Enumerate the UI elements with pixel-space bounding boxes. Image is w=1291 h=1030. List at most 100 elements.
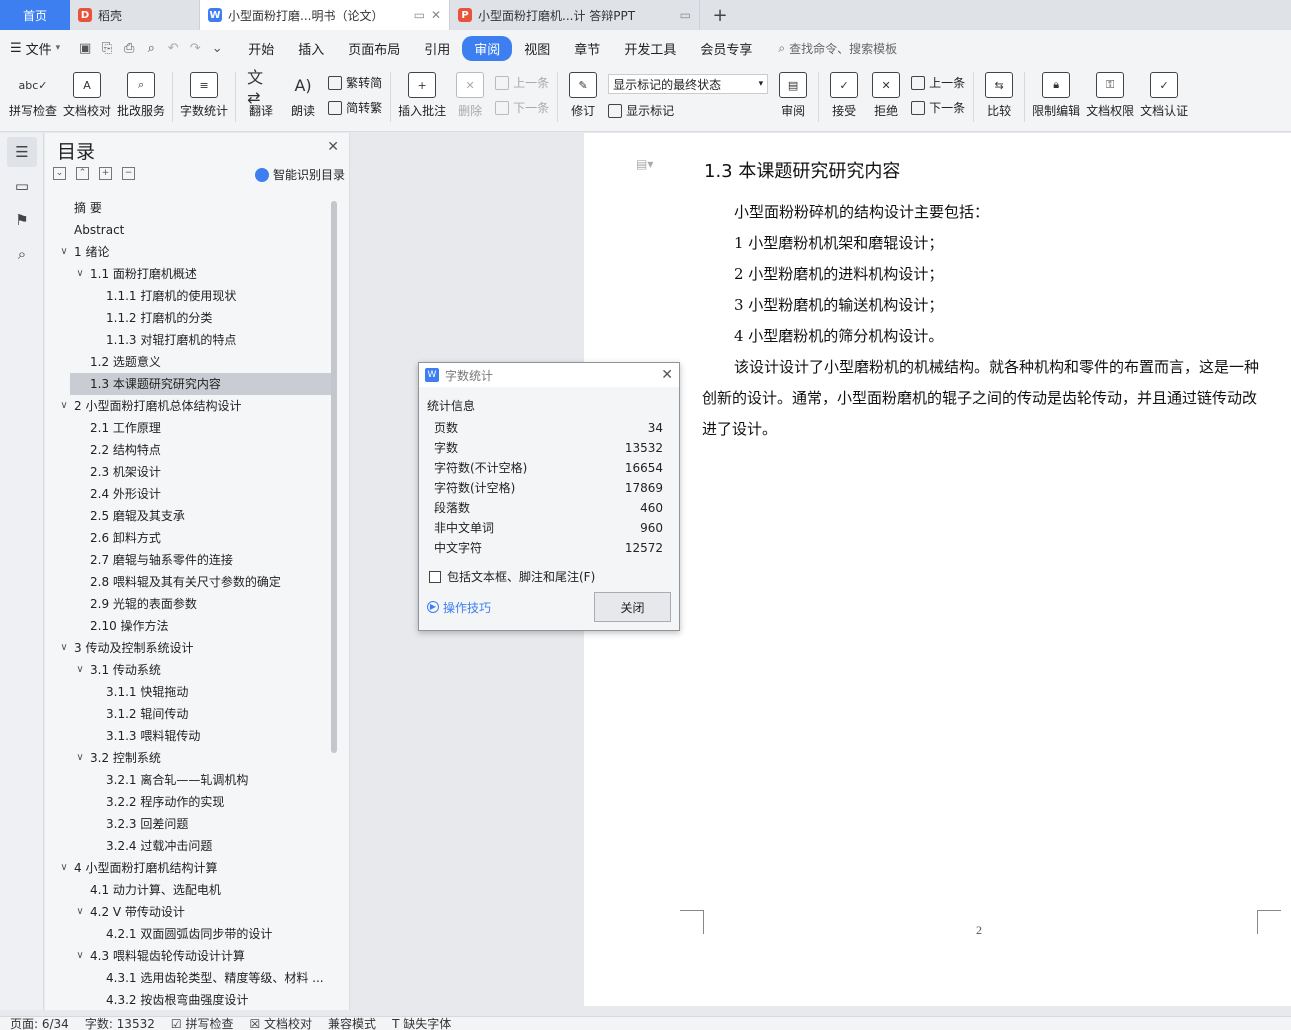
toc-item[interactable]: 摘 要 — [45, 197, 335, 219]
menu-member[interactable]: 会员专享 — [688, 36, 764, 61]
toc-icon[interactable]: ☰ — [7, 137, 37, 167]
chevron-down-icon[interactable]: ∨ — [73, 659, 87, 681]
delete-comment-button[interactable]: ✕ 删除 — [452, 66, 488, 126]
toc-item[interactable]: 2.6 卸料方式 — [45, 527, 335, 549]
toc-item[interactable]: 2.9 光辊的表面参数 — [45, 593, 335, 615]
toc-item[interactable]: 3.2.2 程序动作的实现 — [45, 791, 335, 813]
word-count-button[interactable]: ≡ 字数统计 — [180, 66, 228, 126]
toc-item[interactable]: 2.1 工作原理 — [45, 417, 335, 439]
next-change-button[interactable]: 下一条 — [911, 99, 965, 116]
correction-button[interactable]: ⌕ 批改服务 — [117, 66, 165, 126]
chapter-icon[interactable]: ▭ — [7, 171, 37, 201]
word-count-indicator[interactable]: 字数: 13532 — [85, 1017, 155, 1030]
document-body[interactable]: 小型面粉粉碎机的结构设计主要包括： 1 小型磨粉机机架和磨辊设计； 2 小型粉磨… — [702, 197, 1262, 445]
toc-item[interactable]: 1.1.3 对辊打磨机的特点 — [45, 329, 335, 351]
menu-section[interactable]: 章节 — [562, 36, 612, 61]
undo-icon[interactable]: ↶ — [162, 41, 184, 56]
menu-developer[interactable]: 开发工具 — [612, 36, 688, 61]
doc-check-status[interactable]: ☒ 文档校对 — [249, 1017, 312, 1030]
reject-button[interactable]: ✕ 拒绝 — [868, 66, 904, 126]
tab-ppt[interactable]: P 小型面粉打磨机...计 答辩PPT ▭ — [450, 0, 700, 30]
float-window-icon[interactable]: ▭ — [680, 8, 691, 22]
bookmark-icon[interactable]: ⚑ — [7, 205, 37, 235]
spell-check-status[interactable]: ☑ 拼写检查 — [171, 1017, 234, 1030]
close-button[interactable]: 关闭 — [594, 592, 671, 622]
doc-permission-button[interactable]: ⚿ 文档权限 — [1086, 66, 1134, 126]
chevron-down-icon[interactable]: ∨ — [57, 395, 71, 417]
dialog-titlebar[interactable]: W 字数统计 ✕ — [419, 363, 679, 387]
tips-link[interactable]: ▶ 操作技巧 — [427, 599, 491, 616]
toc-item[interactable]: 3.2.1 离合轧——轧调机构 — [45, 769, 335, 791]
toc-item[interactable]: 3.1.3 喂料辊传动 — [45, 725, 335, 747]
compare-button[interactable]: ⇆ 比较 — [981, 66, 1017, 126]
missing-font-status[interactable]: T 缺失字体 — [392, 1017, 451, 1030]
print-icon[interactable]: ⎙ — [118, 41, 140, 56]
tab-document[interactable]: W 小型面粉打磨...明书（论文） ▭ ✕ — [200, 0, 450, 30]
review-pane-button[interactable]: ▤ 审阅 — [775, 66, 811, 126]
next-comment-button[interactable]: 下一条 — [495, 99, 549, 116]
more-icon[interactable]: ⌄ — [206, 41, 228, 56]
float-window-icon[interactable]: ▭ — [414, 8, 425, 22]
toc-item[interactable]: ∨ 4.3 喂料辊齿轮传动设计计算 — [45, 945, 335, 967]
toc-item[interactable]: 3.2.3 回差问题 — [45, 813, 335, 835]
doc-check-button[interactable]: A 文档校对 — [63, 66, 111, 126]
restrict-edit-button[interactable]: 🔒︎ 限制编辑 — [1032, 66, 1080, 126]
toc-item[interactable]: ∨ 3.1 传动系统 — [45, 659, 335, 681]
doc-cert-button[interactable]: ✓ 文档认证 — [1140, 66, 1188, 126]
show-markup-button[interactable]: 显示标记 — [608, 102, 768, 119]
spell-check-button[interactable]: abc✓ 拼写检查 — [9, 66, 57, 126]
chevron-down-icon[interactable]: ∨ — [73, 901, 87, 923]
collapse-all-icon[interactable]: ⌃ — [76, 167, 89, 180]
toc-item[interactable]: ∨ 4.2 V 带传动设计 — [45, 901, 335, 923]
file-menu[interactable]: ☰ 文件 ▾ — [10, 39, 60, 58]
menu-layout[interactable]: 页面布局 — [336, 36, 412, 61]
toc-item[interactable]: ∨ 1.1 面粉打磨机概述 — [45, 263, 335, 285]
chevron-down-icon[interactable]: ∨ — [73, 263, 87, 285]
toc-item[interactable]: 3.1.1 快辊拖动 — [45, 681, 335, 703]
toc-item[interactable]: 2.2 结构特点 — [45, 439, 335, 461]
prev-comment-button[interactable]: 上一条 — [495, 74, 549, 91]
command-search[interactable]: ⌕ 查找命令、搜索模板 — [778, 40, 897, 57]
toc-item[interactable]: 2.10 操作方法 — [45, 615, 335, 637]
search-icon[interactable]: ⌕ — [7, 239, 37, 269]
page-options-icon[interactable]: ▤▾ — [636, 157, 653, 171]
markup-state-select[interactable]: 显示标记的最终状态 ▾ — [608, 74, 769, 94]
toc-item[interactable]: 2.7 磨辊与轴系零件的连接 — [45, 549, 335, 571]
export-icon[interactable]: ⎘ — [96, 41, 118, 56]
track-changes-button[interactable]: ✎ 修订 — [565, 66, 601, 126]
toc-item[interactable]: 4.3.2 按齿根弯曲强度设计 — [45, 989, 335, 1009]
toc-item[interactable]: ∨ 2 小型面粉打磨机总体结构设计 — [45, 395, 335, 417]
toc-item[interactable]: 1.1.1 打磨机的使用现状 — [45, 285, 335, 307]
toc-item[interactable]: ∨ 1 绪论 — [45, 241, 335, 263]
document-page[interactable]: ▤▾ 1.3 本课题研究研究内容 小型面粉粉碎机的结构设计主要包括： 1 小型磨… — [584, 133, 1291, 1006]
chevron-down-icon[interactable]: ∨ — [57, 241, 71, 263]
prev-change-button[interactable]: 上一条 — [911, 74, 965, 91]
remove-heading-icon[interactable]: − — [122, 167, 135, 180]
save-icon[interactable]: ▣ — [74, 41, 96, 56]
toc-scrollbar[interactable] — [331, 201, 337, 753]
print-preview-icon[interactable]: ⌕ — [140, 41, 162, 56]
menu-home[interactable]: 开始 — [236, 36, 286, 61]
toc-item[interactable]: 3.2.4 过载冲击问题 — [45, 835, 335, 857]
chevron-down-icon[interactable]: ∨ — [73, 747, 87, 769]
toc-item[interactable]: 2.5 磨辊及其支承 — [45, 505, 335, 527]
chevron-down-icon[interactable]: ∨ — [57, 637, 71, 659]
page-indicator[interactable]: 页面: 6/34 — [10, 1017, 69, 1030]
toc-item[interactable]: Abstract — [45, 219, 335, 241]
simplified-to-traditional-button[interactable]: 简转繁 — [328, 99, 382, 116]
toc-item[interactable]: 1.2 选题意义 — [45, 351, 335, 373]
chevron-down-icon[interactable]: ∨ — [57, 857, 71, 879]
toc-item[interactable]: 3.1.2 辊间传动 — [45, 703, 335, 725]
read-aloud-button[interactable]: A) 朗读 — [285, 66, 321, 126]
expand-all-icon[interactable]: ⌄ — [53, 167, 66, 180]
toc-item[interactable]: 1.1.2 打磨机的分类 — [45, 307, 335, 329]
toc-item[interactable]: 4.3.1 选用齿轮类型、精度等级、材料 ... — [45, 967, 335, 989]
close-icon[interactable]: ✕ — [431, 8, 441, 22]
chevron-down-icon[interactable]: ∨ — [73, 945, 87, 967]
checkbox-box[interactable] — [429, 570, 441, 583]
toc-item[interactable]: 1.3 本课题研究研究内容 — [70, 373, 335, 395]
tab-daoke[interactable]: D 稻壳 — [70, 0, 200, 30]
toc-item[interactable]: ∨ 3 传动及控制系统设计 — [45, 637, 335, 659]
menu-insert[interactable]: 插入 — [286, 36, 336, 61]
redo-icon[interactable]: ↷ — [184, 41, 206, 56]
